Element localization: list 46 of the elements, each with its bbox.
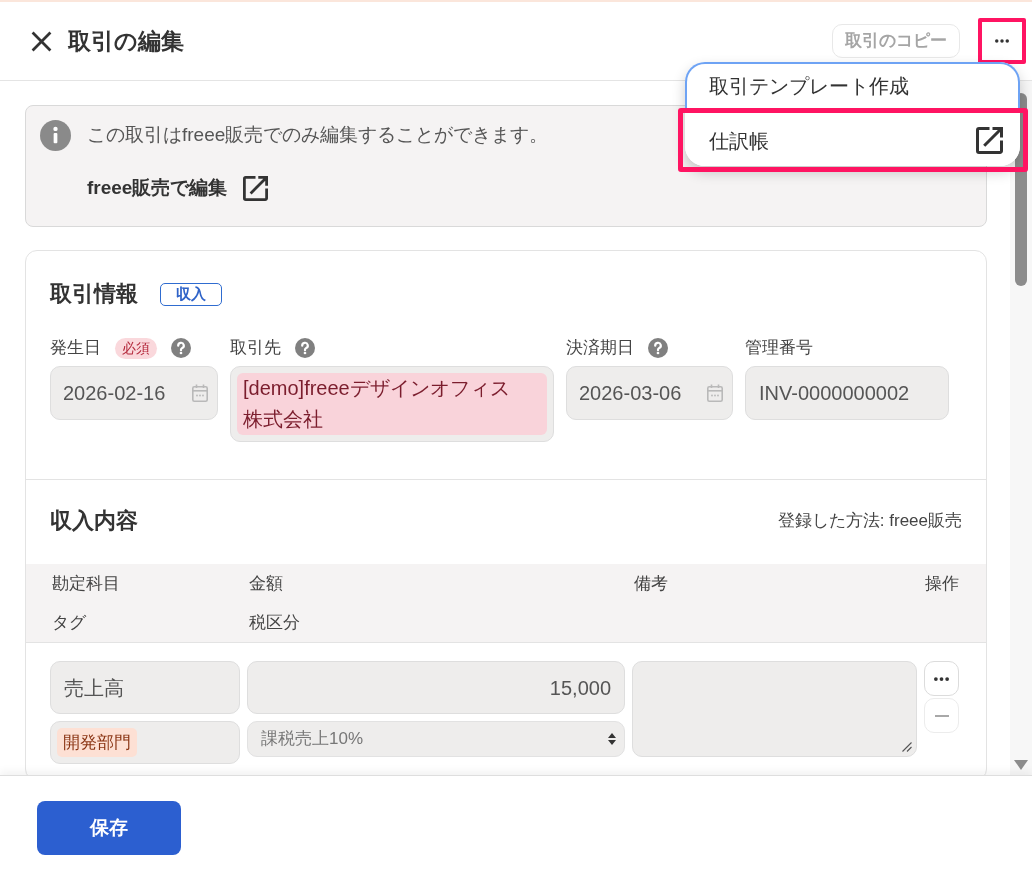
column-header: 勘定科目 xyxy=(52,572,120,595)
row-menu-button[interactable] xyxy=(924,661,959,696)
resize-grip-icon[interactable] xyxy=(902,742,912,752)
column-header: 金額 xyxy=(249,572,283,595)
info-icon xyxy=(40,120,71,151)
registration-method-text: 登録した方法: freee販売 xyxy=(777,510,962,533)
tag-chip: 開発部門 xyxy=(57,728,137,757)
menu-item[interactable]: 仕訳帳 xyxy=(685,113,1020,166)
help-icon[interactable] xyxy=(648,338,668,358)
column-header: タグ xyxy=(52,611,86,634)
field-label: 発生日 xyxy=(50,337,101,360)
dialog-title: 取引の編集 xyxy=(68,26,184,56)
column-header: 備考 xyxy=(634,572,668,595)
partner-field[interactable]: [demo]freeeデザインオフィス株式会社 xyxy=(230,366,554,442)
field-label: 決済期日 xyxy=(566,337,634,360)
help-icon[interactable] xyxy=(295,338,315,358)
field-label: 管理番号 xyxy=(745,337,813,360)
remove-row-button[interactable] xyxy=(924,698,959,733)
select-arrows-icon xyxy=(608,733,616,745)
text-field[interactable]: INV-0000000002 xyxy=(745,366,949,420)
edit-in-sales-link[interactable]: freee販売で編集 xyxy=(87,174,269,203)
column-header: 税区分 xyxy=(249,611,300,634)
date-field[interactable]: 2026-03-06 xyxy=(566,366,733,420)
tax-select[interactable]: 課税売上10% xyxy=(247,721,625,757)
field-label: 取引先 xyxy=(230,337,281,360)
type-badge: 収入 xyxy=(160,282,222,306)
memo-field[interactable] xyxy=(632,661,917,757)
tag-field[interactable]: 開発部門 xyxy=(50,721,240,764)
amount-field[interactable]: 15,000 xyxy=(247,661,625,714)
partner-chip: [demo]freeeデザインオフィス株式会社 xyxy=(237,373,547,435)
menu-item[interactable]: 取引テンプレート作成 xyxy=(685,62,1020,108)
save-button[interactable]: 保存 xyxy=(37,801,181,855)
date-field[interactable]: 2026-02-16 xyxy=(50,366,218,420)
required-badge: 必須 xyxy=(115,337,157,359)
help-icon[interactable] xyxy=(171,338,191,358)
minus-icon xyxy=(934,714,949,717)
column-header: 操作 xyxy=(925,572,959,595)
notice-message: この取引はfreee販売でのみ編集することができます。 xyxy=(87,123,549,147)
scroll-down-arrow-icon[interactable] xyxy=(1014,760,1028,770)
more-dots-icon xyxy=(995,39,1009,43)
external-link-icon xyxy=(243,175,269,201)
more-dots-icon xyxy=(934,676,949,681)
section-title: 取引情報 xyxy=(50,281,138,307)
section-title: 収入内容 xyxy=(50,507,138,535)
close-icon xyxy=(30,30,52,52)
account-field[interactable]: 売上高 xyxy=(50,661,240,714)
